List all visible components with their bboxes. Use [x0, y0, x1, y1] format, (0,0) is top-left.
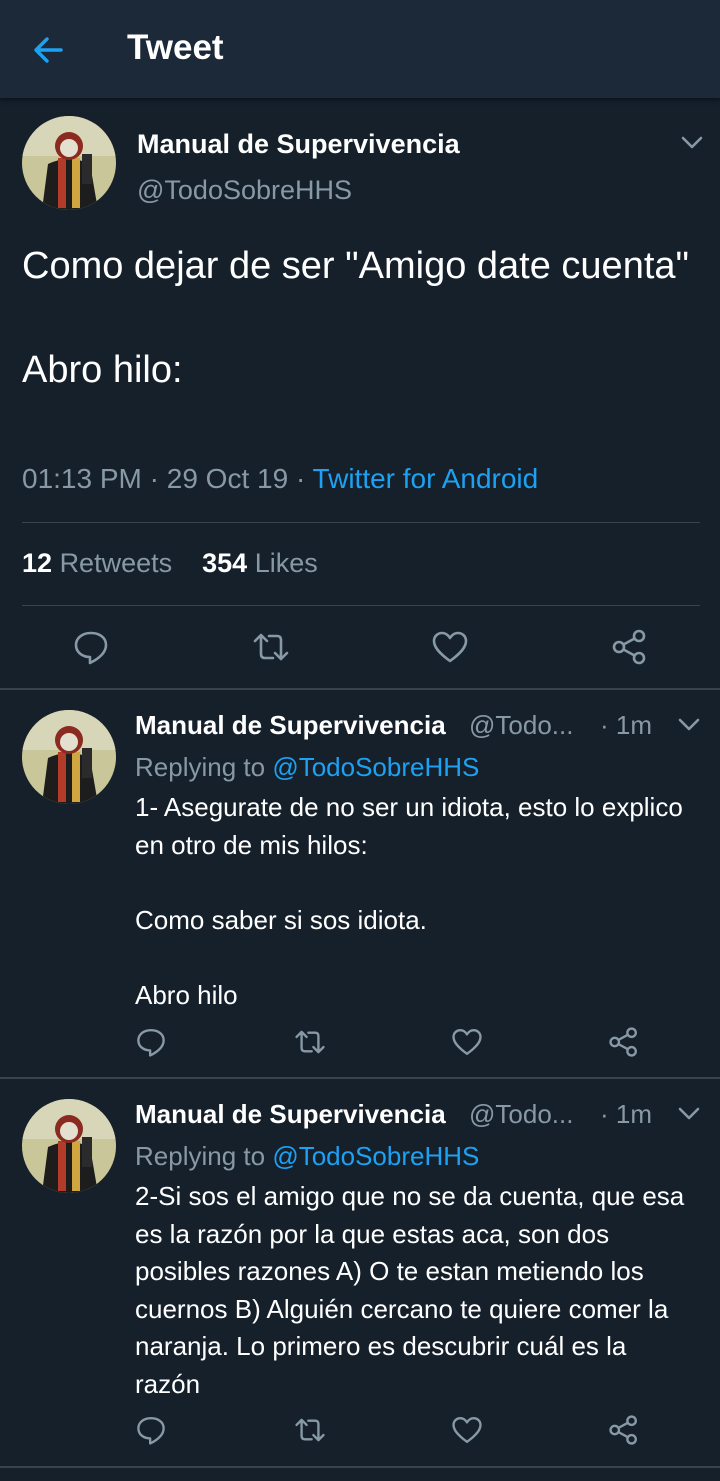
like-button[interactable] [451, 1414, 483, 1446]
divider [22, 522, 700, 523]
avatar[interactable] [22, 710, 116, 804]
back-arrow-icon [34, 37, 63, 63]
page-title: Tweet [127, 28, 224, 67]
share-icon [609, 1415, 637, 1445]
reply-author-name[interactable]: Manual de Supervivencia [135, 1099, 446, 1130]
tweet-source-link[interactable]: Twitter for Android [313, 463, 539, 494]
replying-to-prefix: Replying to [135, 1141, 266, 1171]
avatar[interactable] [22, 1099, 116, 1193]
reply-button[interactable] [135, 1026, 167, 1058]
share-button[interactable] [608, 1414, 640, 1446]
retweets-count[interactable]: 12 [22, 548, 52, 578]
tweet-stats: 12 Retweets 354 Likes [22, 548, 318, 579]
reply-text: 2-Si sos el amigo que no se da cuenta, q… [135, 1181, 685, 1399]
like-icon [432, 631, 468, 663]
tweet-time: 01:13 PM [22, 463, 142, 494]
replying-to-prefix: Replying to [135, 752, 266, 782]
replying-to-link[interactable]: @TodoSobreHHS [272, 1141, 479, 1171]
likes-count[interactable]: 354 [202, 548, 247, 578]
retweet-button[interactable] [251, 628, 291, 666]
tweet-meta: 01:13 PM · 29 Oct 19 · Twitter for Andro… [22, 463, 538, 495]
retweet-icon [295, 1418, 325, 1442]
tweet-date: 29 Oct 19 [166, 463, 289, 494]
reply-icon [137, 1029, 165, 1057]
share-icon [609, 1027, 637, 1057]
share-icon [612, 629, 646, 665]
divider [22, 605, 700, 606]
share-button[interactable] [608, 1026, 640, 1058]
chevron-down-icon [678, 1107, 700, 1120]
like-icon [452, 1417, 482, 1443]
back-button[interactable] [28, 30, 68, 70]
reply-author-handle[interactable]: @Todo... [469, 1099, 573, 1130]
reply-icon [137, 1417, 165, 1445]
author-name[interactable]: Manual de Supervivencia [137, 129, 460, 160]
chevron-down-icon [678, 718, 700, 731]
reply-menu-button[interactable] [676, 713, 702, 735]
reply-icon [74, 631, 108, 665]
section-separator [0, 1466, 720, 1468]
tweet-text: Como dejar de ser "Amigo date cuenta" Ab… [22, 245, 690, 391]
retweet-icon [253, 633, 289, 661]
reply-menu-button[interactable] [676, 1102, 702, 1124]
reply-author-handle[interactable]: @Todo... [469, 710, 573, 741]
share-button[interactable] [611, 628, 649, 666]
replying-to: Replying to @TodoSobreHHS [135, 752, 479, 783]
section-separator [0, 688, 720, 690]
chevron-down-icon [681, 136, 703, 149]
reply-timestamp: · 1m [600, 710, 652, 740]
meta-separator: · [295, 463, 306, 494]
app-bar: Tweet [0, 0, 720, 99]
like-icon [452, 1029, 482, 1055]
author-handle[interactable]: @TodoSobreHHS [137, 175, 352, 206]
tweet-menu-button[interactable] [678, 130, 706, 154]
replying-to: Replying to @TodoSobreHHS [135, 1141, 479, 1172]
meta-separator: · [149, 463, 159, 494]
retweets-label[interactable]: Retweets [60, 548, 173, 578]
reply-author-name[interactable]: Manual de Supervivencia [135, 710, 446, 741]
section-separator [0, 1077, 720, 1079]
retweet-button[interactable] [293, 1414, 327, 1446]
reply-button[interactable] [72, 628, 110, 666]
likes-label[interactable]: Likes [255, 548, 318, 578]
reply-text: 1- Asegurate de no ser un idiota, esto l… [135, 792, 683, 1010]
avatar[interactable] [22, 116, 116, 210]
reply-button[interactable] [135, 1414, 167, 1446]
replying-to-link[interactable]: @TodoSobreHHS [272, 752, 479, 782]
reply-timestamp: · 1m [600, 1099, 652, 1129]
retweet-button[interactable] [293, 1026, 327, 1058]
like-button[interactable] [451, 1026, 483, 1058]
retweet-icon [295, 1030, 325, 1054]
like-button[interactable] [431, 628, 469, 666]
